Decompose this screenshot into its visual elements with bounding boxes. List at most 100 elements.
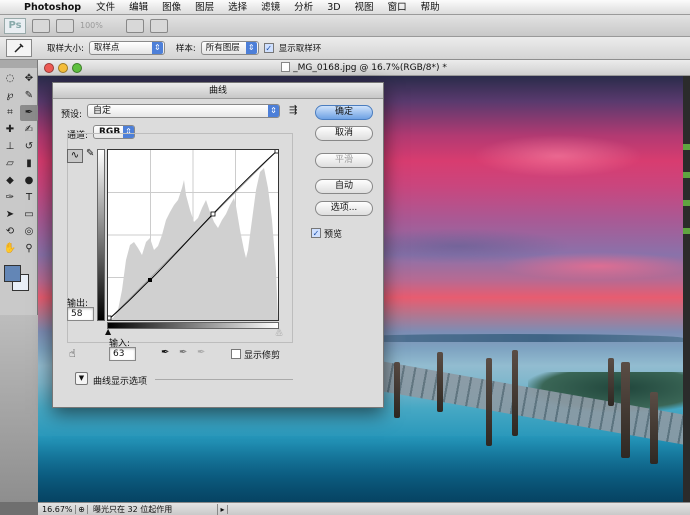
type-tool-icon[interactable]: T: [20, 190, 38, 206]
lasso-tool-icon[interactable]: ℘: [1, 88, 19, 104]
preset-select[interactable]: 自定 ⇕: [87, 104, 280, 118]
pen-tool-icon[interactable]: ✑: [1, 190, 19, 206]
path-selection-tool-icon[interactable]: ➤: [1, 207, 19, 223]
3d-rotate-tool-icon[interactable]: ⟲: [1, 224, 19, 240]
pier-post: [608, 358, 614, 406]
tool-preset-picker[interactable]: [6, 39, 32, 57]
menu-help[interactable]: 帮助: [414, 0, 447, 15]
water-reflection: [38, 436, 683, 502]
black-eyedropper-icon[interactable]: ✒: [161, 347, 169, 358]
brush-tool-icon[interactable]: ✍: [20, 122, 38, 138]
photoshop-logo: Ps: [4, 17, 26, 34]
panel-indicator: [683, 172, 690, 178]
menu-3d[interactable]: 3D: [320, 0, 347, 15]
smooth-button[interactable]: 平滑: [315, 153, 373, 168]
curve-display-options-label: 曲线显示选项: [93, 377, 148, 387]
application-bar: Ps 100%: [0, 15, 690, 37]
menu-edit[interactable]: 编辑: [122, 0, 155, 15]
select-arrows-icon: ⇕: [268, 105, 279, 117]
pier-post: [394, 362, 400, 418]
eraser-tool-icon[interactable]: ▱: [1, 156, 19, 172]
preset-options-icon[interactable]: ⇶: [289, 105, 297, 116]
input-gradient-bar: [107, 322, 279, 329]
history-brush-tool-icon[interactable]: ↺: [20, 139, 38, 155]
curves-graph[interactable]: [106, 148, 280, 321]
close-window-icon[interactable]: [44, 63, 54, 73]
menu-file[interactable]: 文件: [89, 0, 122, 15]
curves-dialog-title[interactable]: 曲线: [53, 83, 383, 99]
pier-post: [621, 362, 630, 458]
zoom-percentage-field[interactable]: 16.67%: [38, 504, 76, 514]
dodge-tool-icon[interactable]: ●: [20, 173, 38, 189]
minimize-window-icon[interactable]: [58, 63, 68, 73]
crop-tool-icon[interactable]: ⌗: [1, 105, 19, 121]
menu-analysis[interactable]: 分析: [287, 0, 320, 15]
move-tool-icon[interactable]: ✥: [20, 71, 38, 87]
gray-eyedropper-icon[interactable]: ✒: [179, 347, 187, 358]
menu-bar: Photoshop 文件 编辑 图像 图层 选择 滤镜 分析 3D 视图 窗口 …: [0, 0, 690, 15]
menu-select[interactable]: 选择: [221, 0, 254, 15]
distant-mountains: [338, 334, 683, 342]
white-eyedropper-icon[interactable]: ✒: [197, 347, 205, 358]
status-bar: 16.67% ⊕ 曝光只在 32 位起作用 ▸: [38, 502, 690, 515]
eyedropper-tool-icon[interactable]: ✒: [20, 105, 38, 121]
arrange-documents-icon[interactable]: [126, 18, 144, 33]
clone-stamp-tool-icon[interactable]: ⊥: [1, 139, 19, 155]
toolbox-panel: ◌ ✥ ℘ ✎ ⌗ ✒ ✚ ✍ ⊥ ↺ ▱ ▮ ◆ ● ✑ T ➤ ▭ ⟲ ◎ …: [0, 60, 38, 502]
foreground-color-swatch[interactable]: [4, 265, 21, 282]
options-bar: 取样大小: 取样点 样本: 所有图层 ✓ 显示取样环: [0, 37, 690, 60]
panel-indicator: [683, 228, 690, 234]
eyedropper-icon: [14, 43, 24, 53]
status-menu-arrow-icon[interactable]: ▸: [218, 504, 228, 514]
black-point-slider-icon[interactable]: ▲: [105, 327, 111, 336]
gradient-tool-icon[interactable]: ▮: [20, 156, 38, 172]
show-clipping-checkbox[interactable]: [231, 349, 241, 359]
sample-size-label: 取样大小:: [47, 44, 84, 54]
zoom-tool-icon[interactable]: ⚲: [20, 241, 38, 257]
disclosure-triangle-icon[interactable]: ▼: [75, 372, 88, 385]
status-nav-icon[interactable]: ⊕: [76, 504, 88, 514]
pencil-draw-tool-icon[interactable]: ✎: [86, 148, 94, 159]
view-extras-icon[interactable]: [56, 18, 74, 33]
hand-tool-icon[interactable]: ✋: [1, 241, 19, 257]
divider: [155, 379, 293, 380]
white-point-slider-icon[interactable]: △: [276, 327, 282, 336]
healing-brush-tool-icon[interactable]: ✚: [1, 122, 19, 138]
on-image-adjust-icon[interactable]: ☝: [69, 347, 76, 360]
options-button[interactable]: 选项...: [315, 201, 373, 216]
toolbox-grip[interactable]: [0, 60, 37, 68]
bridge-launch-icon[interactable]: [32, 18, 50, 33]
curve-point: [210, 211, 216, 217]
right-panel-dock[interactable]: [683, 76, 690, 502]
preview-checkbox[interactable]: ✓: [311, 228, 321, 238]
menu-layer[interactable]: 图层: [188, 0, 221, 15]
blur-tool-icon[interactable]: ◆: [1, 173, 19, 189]
menu-filter[interactable]: 滤镜: [254, 0, 287, 15]
input-field[interactable]: 63: [109, 347, 136, 361]
sample-layers-select[interactable]: 所有图层: [200, 41, 259, 55]
sample-size-select[interactable]: 取样点: [88, 41, 165, 55]
auto-button[interactable]: 自动: [315, 179, 373, 194]
menu-view[interactable]: 视图: [348, 0, 381, 15]
output-field[interactable]: 58: [67, 307, 94, 321]
show-sampling-ring-checkbox[interactable]: ✓: [263, 43, 274, 53]
curve-point-tool-icon[interactable]: ∿: [67, 149, 83, 163]
menu-image[interactable]: 图像: [155, 0, 188, 15]
preset-label: 预设:: [61, 110, 83, 120]
menu-app-name[interactable]: Photoshop: [22, 0, 89, 15]
shape-tool-icon[interactable]: ▭: [20, 207, 38, 223]
quick-selection-tool-icon[interactable]: ✎: [20, 88, 38, 104]
curve-point: [274, 148, 280, 154]
zoom-level-select[interactable]: 100%: [80, 21, 120, 30]
curve-point: [106, 315, 112, 321]
3d-orbit-tool-icon[interactable]: ◎: [20, 224, 38, 240]
screen-mode-icon[interactable]: [150, 18, 168, 33]
zoom-window-icon[interactable]: [72, 63, 82, 73]
cancel-button[interactable]: 取消: [315, 126, 373, 141]
status-message: 曝光只在 32 位起作用: [88, 503, 218, 515]
marquee-tool-icon[interactable]: ◌: [1, 71, 19, 87]
document-title-bar[interactable]: _MG_0168.jpg @ 16.7%(RGB/8*) *: [38, 60, 690, 76]
ok-button[interactable]: 确定: [315, 105, 373, 120]
pier-post: [437, 352, 443, 412]
menu-window[interactable]: 窗口: [381, 0, 414, 15]
